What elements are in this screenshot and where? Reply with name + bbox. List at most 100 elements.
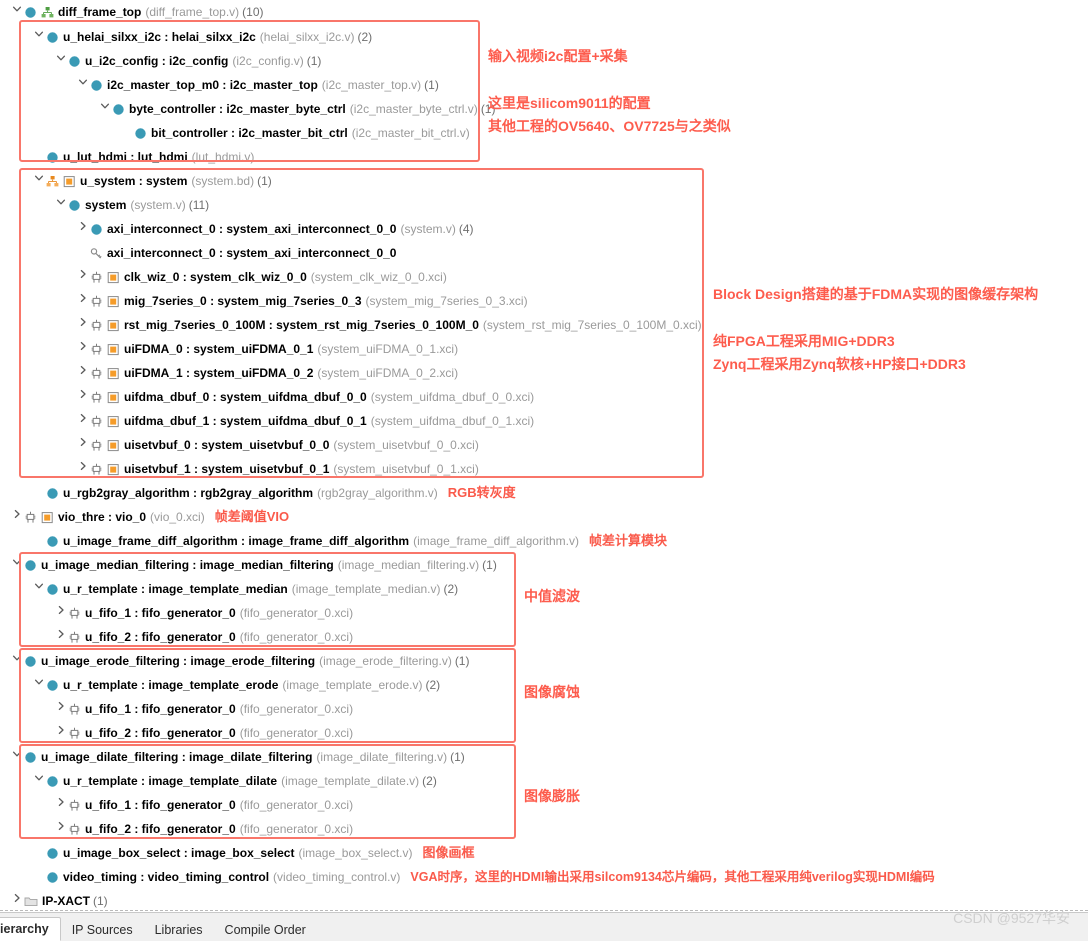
- tree-row[interactable]: byte_controller : i2c_master_byte_ctrl (i…: [98, 97, 495, 121]
- module-circle-icon: [134, 127, 147, 140]
- chevron-right-icon[interactable]: [76, 288, 90, 312]
- tree-row[interactable]: u_r_template : image_template_dilate (ima…: [32, 769, 437, 793]
- chevron-right-icon[interactable]: [54, 816, 68, 840]
- chevron-down-icon[interactable]: [54, 192, 68, 216]
- tree-row-label: mig_7series_0 : system_mig_7series_0_3: [124, 294, 362, 308]
- tree-row[interactable]: u_image_frame_diff_algorithm : image_fra…: [32, 529, 667, 553]
- tab-ip-sources[interactable]: IP Sources: [61, 919, 144, 941]
- chevron-right-icon[interactable]: [10, 504, 24, 528]
- chevron-right-icon[interactable]: [54, 720, 68, 744]
- tree-row[interactable]: uisetvbuf_0 : system_uisetvbuf_0_0 (syste…: [76, 433, 479, 457]
- tree-row[interactable]: u_fifo_2 : fifo_generator_0 (fifo_generat…: [54, 625, 353, 649]
- tree-row[interactable]: uifdma_dbuf_1 : system_uifdma_dbuf_0_1 (s…: [76, 409, 534, 433]
- chevron-right-icon[interactable]: [76, 360, 90, 384]
- tree-row[interactable]: uiFDMA_0 : system_uiFDMA_0_1 (system_uiFD…: [76, 337, 458, 361]
- tree-row[interactable]: u_r_template : image_template_median (ima…: [32, 577, 458, 601]
- hierarchy-tree[interactable]: diff_frame_top (diff_frame_top.v) (10) u_he…: [0, 0, 1088, 912]
- tree-row[interactable]: uifdma_dbuf_0 : system_uifdma_dbuf_0_0 (s…: [76, 385, 534, 409]
- tree-row[interactable]: u_image_median_filtering : image_median_…: [10, 553, 497, 577]
- chevron-down-icon[interactable]: [32, 168, 46, 192]
- tree-row-file: (video_timing_control.v): [273, 870, 401, 884]
- tree-row-label: uiFDMA_0 : system_uiFDMA_0_1: [124, 342, 314, 356]
- chevron-down-icon[interactable]: [54, 48, 68, 72]
- chevron-down-icon[interactable]: [32, 672, 46, 696]
- tree-row-file: (system_uiFDMA_0_1.xci): [317, 342, 459, 356]
- tab-libraries[interactable]: Libraries: [144, 919, 214, 941]
- tree-row[interactable]: u_rgb2gray_algorithm : rgb2gray_algorith…: [32, 481, 516, 505]
- tree-row-file: (helai_silxx_i2c.v): [259, 30, 355, 44]
- tree-row[interactable]: video_timing : video_timing_control (vide…: [32, 865, 935, 889]
- tree-row-label: u_image_frame_diff_algorithm : image_fra…: [63, 534, 410, 548]
- tree-row[interactable]: axi_interconnect_0 : system_axi_intercon…: [76, 241, 396, 265]
- chevron-right-icon[interactable]: [54, 600, 68, 624]
- tree-row-file: (i2c_master_bit_ctrl.v): [351, 126, 470, 140]
- tree-row[interactable]: uiFDMA_1 : system_uiFDMA_0_2 (system_uiFD…: [76, 361, 458, 385]
- chevron-down-icon[interactable]: [98, 96, 112, 120]
- tree-row-file: (rgb2gray_algorithm.v): [317, 486, 438, 500]
- module-circle-icon: [46, 31, 59, 44]
- tree-row[interactable]: u_fifo_1 : fifo_generator_0 (fifo_generat…: [54, 697, 353, 721]
- tab-hierarchy[interactable]: Hierarchy: [0, 917, 61, 941]
- chevron-down-icon[interactable]: [32, 768, 46, 792]
- tree-row[interactable]: axi_interconnect_0 : system_axi_intercon…: [76, 217, 474, 241]
- tree-row[interactable]: u_lut_hdmi : lut_hdmi (lut_hdmi.v): [32, 145, 254, 169]
- tree-row[interactable]: mig_7series_0 : system_mig_7series_0_3 (s…: [76, 289, 528, 313]
- tree-row-file: (lut_hdmi.v): [191, 150, 255, 164]
- chevron-right-icon[interactable]: [76, 264, 90, 288]
- tree-row[interactable]: diff_frame_top (diff_frame_top.v) (10): [10, 0, 264, 24]
- chevron-right-icon[interactable]: [76, 384, 90, 408]
- chevron-right-icon[interactable]: [10, 888, 24, 912]
- tree-row-count: (2): [425, 678, 441, 692]
- tree-row[interactable]: u_fifo_2 : fifo_generator_0 (fifo_generat…: [54, 721, 353, 745]
- bottom-tab-bar[interactable]: HierarchyIP SourcesLibrariesCompile Orde…: [0, 912, 1088, 941]
- tree-row-count: (1): [306, 54, 322, 68]
- tree-row[interactable]: u_fifo_1 : fifo_generator_0 (fifo_generat…: [54, 601, 353, 625]
- tree-row[interactable]: u_r_template : image_template_erode (imag…: [32, 673, 440, 697]
- tree-row-label: u_image_median_filtering : image_median_…: [41, 558, 334, 572]
- tree-row[interactable]: clk_wiz_0 : system_clk_wiz_0_0 (system_cl…: [76, 265, 447, 289]
- tree-row[interactable]: u_image_erode_filtering : image_erode_fi…: [10, 649, 469, 673]
- ip-orange-square-icon: [107, 415, 120, 428]
- chevron-right-icon[interactable]: [76, 216, 90, 240]
- tree-row-file: (image_median_filtering.v): [337, 558, 480, 572]
- tab-compile-order[interactable]: Compile Order: [214, 919, 317, 941]
- tree-row[interactable]: system (system.v) (11): [54, 193, 209, 217]
- ip-orange-square-icon: [107, 439, 120, 452]
- tree-row-label: uifdma_dbuf_0 : system_uifdma_dbuf_0_0: [124, 390, 367, 404]
- chevron-down-icon[interactable]: [32, 576, 46, 600]
- chevron-right-icon[interactable]: [76, 312, 90, 336]
- ip-chip-icon: [68, 799, 81, 812]
- tree-row-file: (fifo_generator_0.xci): [239, 726, 354, 740]
- tree-row[interactable]: u_helai_silxx_i2c : helai_silxx_i2c (hela…: [32, 25, 372, 49]
- chevron-down-icon[interactable]: [10, 744, 24, 768]
- chevron-right-icon[interactable]: [54, 696, 68, 720]
- tree-row[interactable]: u_i2c_config : i2c_config (i2c_config.v)(…: [54, 49, 321, 73]
- tree-row-file: (system_uisetvbuf_0_0.xci): [333, 438, 479, 452]
- tree-row[interactable]: u_fifo_1 : fifo_generator_0 (fifo_generat…: [54, 793, 353, 817]
- module-circle-icon: [24, 655, 37, 668]
- chevron-down-icon[interactable]: [10, 0, 24, 23]
- chevron-right-icon[interactable]: [76, 408, 90, 432]
- chevron-right-icon[interactable]: [76, 456, 90, 480]
- chevron-right-icon[interactable]: [54, 792, 68, 816]
- tree-row-label: u_r_template : image_template_dilate: [63, 774, 278, 788]
- chevron-right-icon[interactable]: [76, 336, 90, 360]
- tree-row[interactable]: u_image_box_select : image_box_select (im…: [32, 841, 475, 865]
- tree-row[interactable]: uisetvbuf_1 : system_uisetvbuf_0_1 (syste…: [76, 457, 479, 481]
- chevron-right-icon[interactable]: [54, 624, 68, 648]
- chevron-down-icon[interactable]: [32, 24, 46, 48]
- tree-row[interactable]: u_fifo_2 : fifo_generator_0 (fifo_generat…: [54, 817, 353, 841]
- tree-row[interactable]: rst_mig_7series_0_100M : system_rst_mig_…: [76, 313, 702, 337]
- chevron-down-icon[interactable]: [76, 72, 90, 96]
- tree-row[interactable]: i2c_master_top_m0 : i2c_master_top (i2c_m…: [76, 73, 439, 97]
- tree-row[interactable]: bit_controller : i2c_master_bit_ctrl (i2c…: [120, 121, 470, 145]
- tree-row[interactable]: u_system : system (system.bd) (1): [32, 169, 272, 193]
- tree-row[interactable]: u_image_dilate_filtering : image_dilate_…: [10, 745, 465, 769]
- tree-row[interactable]: vio_thre : vio_0 (vio_0.xci) 帧差阈值VIO: [10, 505, 289, 529]
- ip-chip-icon: [68, 607, 81, 620]
- tree-row-file: (fifo_generator_0.xci): [239, 702, 354, 716]
- tree-row-file: (i2c_master_byte_ctrl.v): [349, 102, 478, 116]
- chevron-right-icon[interactable]: [76, 432, 90, 456]
- chevron-down-icon[interactable]: [10, 552, 24, 576]
- chevron-down-icon[interactable]: [10, 648, 24, 672]
